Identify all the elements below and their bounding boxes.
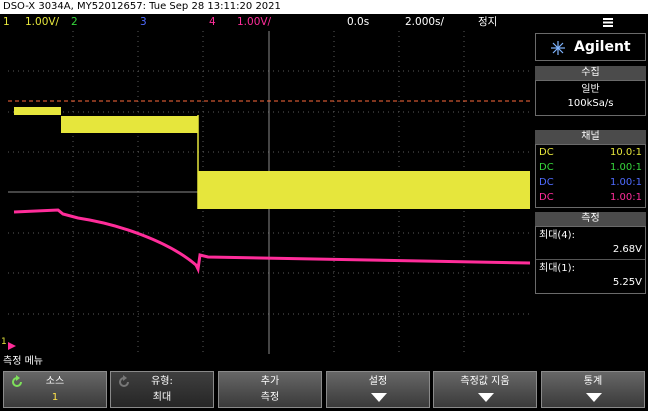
ch1-waveform	[14, 107, 530, 209]
ch1-marker-label: 1	[1, 337, 7, 347]
menu-icon[interactable]	[602, 16, 614, 28]
acquisition-box[interactable]: 일반 100kSa/s	[535, 80, 646, 116]
sample-rate: 100kSa/s	[567, 98, 614, 109]
softkey-1-value: 1	[51, 392, 59, 403]
measure-2-value: 5.25V	[612, 277, 642, 288]
brand-box: Agilent	[535, 33, 646, 61]
agilent-spark-icon	[551, 41, 565, 55]
softkey-clear-measurements[interactable]: 측정값 지움	[433, 371, 537, 408]
channel-row: DC 1.00:1	[536, 175, 645, 190]
ch4-scale[interactable]: 1.00V/	[237, 14, 271, 31]
measure-2-label: 최대(1):	[539, 263, 575, 274]
ch1-coupling: DC	[539, 147, 554, 158]
ch4-probe: 1.00:1	[610, 192, 642, 203]
channel-row: DC 1.00:1	[536, 190, 645, 205]
ch1-scale[interactable]: 1.00V/	[25, 14, 59, 31]
softkey-2-value: 최대	[152, 392, 172, 403]
run-state[interactable]: 정지	[478, 14, 497, 31]
measure-1-label: 최대(4):	[539, 230, 575, 241]
softkey-settings[interactable]: 설정	[326, 371, 430, 408]
submenu-arrow-icon	[586, 393, 602, 402]
softkey-6-label: 통계	[583, 376, 603, 387]
ch4-waveform	[13, 208, 531, 274]
ch1-probe: 10.0:1	[610, 147, 642, 158]
acquisition-title: 수집	[535, 66, 646, 80]
softkey-bar: 측정 메뉴 소스 1 유형: 최대 추가 측정 설정 측정값 지움 통계	[0, 354, 648, 411]
measure-1-value: 2.68V	[612, 244, 642, 255]
softkey-type[interactable]: 유형: 최대	[110, 371, 214, 408]
softkey-statistics[interactable]: 통계	[541, 371, 645, 408]
softkey-1-label: 소스	[45, 376, 65, 387]
softkey-4-label: 설정	[368, 376, 388, 387]
ch1-ground-marker[interactable]: 1	[1, 336, 17, 356]
window-title: DSO-X 3034A, MY52012657: Tue Sep 28 13:1…	[0, 0, 648, 14]
acquisition-mode: 일반	[581, 84, 600, 95]
channel-title: 채널	[535, 130, 646, 144]
brand-name: Agilent	[574, 39, 631, 55]
submenu-arrow-icon	[478, 393, 494, 402]
submenu-arrow-icon	[371, 393, 387, 402]
waveform-display[interactable]: 1	[1, 31, 531, 356]
softkey-3-label: 추가	[260, 376, 280, 387]
horizontal-delay[interactable]: 0.0s	[347, 14, 369, 31]
menu-title: 측정 메뉴	[3, 356, 43, 367]
ch2-probe: 1.00:1	[610, 162, 642, 173]
ch4-coupling: DC	[539, 192, 554, 203]
measure-title: 측정	[535, 212, 646, 226]
softkey-2-label: 유형:	[151, 376, 173, 387]
ch2-number[interactable]: 2	[71, 14, 78, 31]
channel-status-bar: 1 1.00V/ 2 3 4 1.00V/ 0.0s 2.000s/ 정지	[0, 14, 648, 31]
right-info-panel: Agilent 수집 일반 100kSa/s 채널 DC 10.0:1 DC 1…	[533, 31, 648, 354]
channel-box[interactable]: DC 10.0:1 DC 1.00:1 DC 1.00:1 DC 1.00:1	[535, 144, 646, 208]
channel-row: DC 1.00:1	[536, 160, 645, 175]
ch3-probe: 1.00:1	[610, 177, 642, 188]
softkey-add-measurement[interactable]: 추가 측정	[218, 371, 322, 408]
ch2-coupling: DC	[539, 162, 554, 173]
softkey-source[interactable]: 소스 1	[3, 371, 107, 408]
ch3-coupling: DC	[539, 177, 554, 188]
ch3-number[interactable]: 3	[140, 14, 147, 31]
measure-box[interactable]: 최대(4): 2.68V 최대(1): 5.25V	[535, 226, 646, 294]
softkey-5-label: 측정값 지움	[460, 376, 510, 387]
channel-row: DC 10.0:1	[536, 145, 645, 160]
softkey-3-value: 측정	[260, 392, 280, 403]
ch1-number[interactable]: 1	[3, 14, 10, 31]
timebase[interactable]: 2.000s/	[405, 14, 444, 31]
ch4-number[interactable]: 4	[209, 14, 216, 31]
